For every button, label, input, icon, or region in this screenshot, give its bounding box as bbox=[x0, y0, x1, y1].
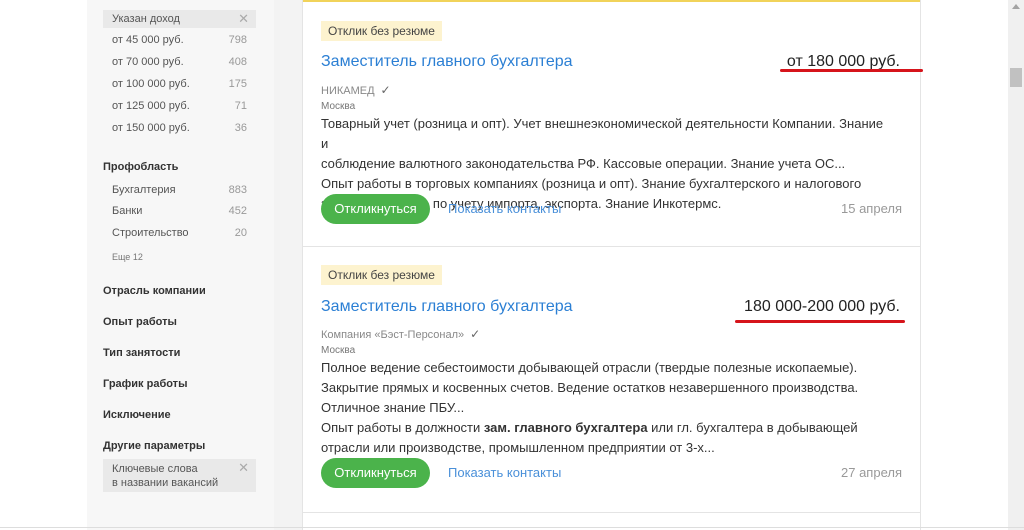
income-option-45000[interactable]: от 45 000 руб. 798 bbox=[112, 33, 247, 47]
income-option-70000[interactable]: от 70 000 руб. 408 bbox=[112, 55, 247, 69]
no-resume-badge: Отклик без резюме bbox=[321, 265, 442, 285]
scrollbar-thumb[interactable] bbox=[1010, 68, 1022, 87]
income-option-count: 175 bbox=[228, 78, 247, 90]
income-option-count: 798 bbox=[228, 34, 247, 46]
verified-check-icon: ✓ bbox=[380, 83, 391, 97]
section-industry[interactable]: Отрасль компании bbox=[103, 285, 206, 297]
section-exclusion[interactable]: Исключение bbox=[103, 409, 171, 421]
section-experience[interactable]: Опыт работы bbox=[103, 316, 177, 328]
profarea-item-count: 20 bbox=[234, 227, 247, 239]
keywords-filter-chip[interactable]: Ключевые слова в названии вакансий ✕ bbox=[103, 459, 256, 492]
close-icon[interactable]: ✕ bbox=[238, 461, 249, 474]
no-resume-badge: Отклик без резюме bbox=[321, 21, 442, 41]
description-line: Отличное знание ПБУ... bbox=[321, 400, 465, 415]
show-contacts-link[interactable]: Показать контакты bbox=[448, 201, 561, 216]
scroll-up-arrow-icon[interactable] bbox=[1012, 4, 1020, 9]
respond-button[interactable]: Откликнуться bbox=[321, 458, 430, 488]
vacancy-salary: 180 000-200 000 руб. bbox=[744, 298, 900, 315]
description-line: Товарный учет (розница и опт). Учет внеш… bbox=[321, 116, 884, 151]
profarea-item-count: 883 bbox=[228, 184, 247, 196]
keywords-chip-line2: в названии вакансий bbox=[112, 477, 219, 489]
vacancy-card: Отклик без резюме Заместитель главного б… bbox=[303, 247, 920, 513]
content-gutter bbox=[274, 0, 302, 530]
description-line: Полное ведение себестоимости добывающей … bbox=[321, 360, 858, 375]
publication-date: 27 апреля bbox=[841, 465, 902, 480]
income-option-label: от 45 000 руб. bbox=[112, 34, 184, 46]
company-name[interactable]: Компания «Бэст-Персонал» ✓ bbox=[321, 327, 480, 341]
section-schedule[interactable]: График работы bbox=[103, 378, 187, 390]
description-line: Опыт работы в должности зам. главного бу… bbox=[321, 418, 891, 438]
profarea-item-banks[interactable]: Банки 452 bbox=[112, 204, 247, 218]
description-line: Закрытие прямых и косвенных счетов. Веде… bbox=[321, 380, 859, 395]
keywords-chip-line1: Ключевые слова bbox=[112, 463, 198, 475]
page-scrollbar[interactable] bbox=[1008, 0, 1024, 530]
profarea-item-construction[interactable]: Строительство 20 bbox=[112, 226, 247, 240]
profarea-item-label: Бухгалтерия bbox=[112, 184, 176, 196]
verified-check-icon: ✓ bbox=[470, 327, 481, 341]
income-option-label: от 150 000 руб. bbox=[112, 122, 190, 134]
income-chip-label: Указан доход bbox=[112, 13, 180, 25]
description-line: Опыт работы в торговых компаниях (розниц… bbox=[321, 176, 862, 191]
vacancy-city: Москва bbox=[321, 345, 356, 356]
description-text: Опыт работы в должности bbox=[321, 420, 484, 435]
vacancy-title-link[interactable]: Заместитель главного бухгалтера bbox=[321, 298, 573, 316]
income-option-100000[interactable]: от 100 000 руб. 175 bbox=[112, 77, 247, 91]
company-name-text: Компания «Бэст-Персонал» bbox=[321, 329, 465, 341]
respond-button[interactable]: Откликнуться bbox=[321, 194, 430, 224]
filter-sidebar: Указан доход ✕ от 45 000 руб. 798 от 70 … bbox=[87, 0, 274, 530]
company-name[interactable]: НИКАМЕД ✓ bbox=[321, 83, 391, 97]
vacancy-card: Отклик без резюме Заместитель главного б… bbox=[303, 0, 923, 246]
income-option-125000[interactable]: от 125 000 руб. 71 bbox=[112, 99, 247, 113]
income-filter-chip[interactable]: Указан доход ✕ bbox=[103, 10, 256, 28]
section-other-params[interactable]: Другие параметры bbox=[103, 440, 205, 452]
vacancy-description: Полное ведение себестоимости добывающей … bbox=[321, 358, 891, 458]
income-option-count: 36 bbox=[234, 122, 247, 134]
income-option-label: от 125 000 руб. bbox=[112, 100, 190, 112]
show-contacts-link[interactable]: Показать контакты bbox=[448, 465, 561, 480]
income-option-label: от 70 000 руб. bbox=[112, 56, 184, 68]
publication-date: 15 апреля bbox=[841, 201, 902, 216]
income-option-count: 408 bbox=[228, 56, 247, 68]
window-bottom-border bbox=[0, 527, 1024, 528]
description-text: или гл. бухгалтера в добывающей bbox=[647, 420, 858, 435]
annotation-underline bbox=[735, 320, 905, 323]
profarea-heading[interactable]: Профобласть bbox=[103, 161, 178, 173]
profarea-item-accounting[interactable]: Бухгалтерия 883 bbox=[112, 183, 247, 197]
profarea-more-link[interactable]: Еще 12 bbox=[112, 252, 143, 262]
income-option-150000[interactable]: от 150 000 руб. 36 bbox=[112, 121, 247, 135]
annotation-underline bbox=[780, 69, 923, 72]
profarea-item-count: 452 bbox=[228, 205, 247, 217]
vacancy-city: Москва bbox=[321, 101, 356, 112]
description-line: отрасли или производстве, промышленном п… bbox=[321, 440, 715, 455]
profarea-item-label: Строительство bbox=[112, 227, 189, 239]
company-name-text: НИКАМЕД bbox=[321, 85, 375, 97]
vacancy-list: Отклик без резюме Заместитель главного б… bbox=[302, 0, 923, 530]
card-divider bbox=[303, 512, 920, 513]
income-option-label: от 100 000 руб. bbox=[112, 78, 190, 90]
description-line: соблюдение валютного законодательства РФ… bbox=[321, 156, 846, 171]
income-option-count: 71 bbox=[234, 100, 247, 112]
profarea-item-label: Банки bbox=[112, 205, 143, 217]
section-employment-type[interactable]: Тип занятости bbox=[103, 347, 180, 359]
vacancy-title-link[interactable]: Заместитель главного бухгалтера bbox=[321, 53, 573, 71]
description-highlight: зам. главного бухгалтера bbox=[483, 420, 648, 435]
close-icon[interactable]: ✕ bbox=[238, 12, 249, 25]
